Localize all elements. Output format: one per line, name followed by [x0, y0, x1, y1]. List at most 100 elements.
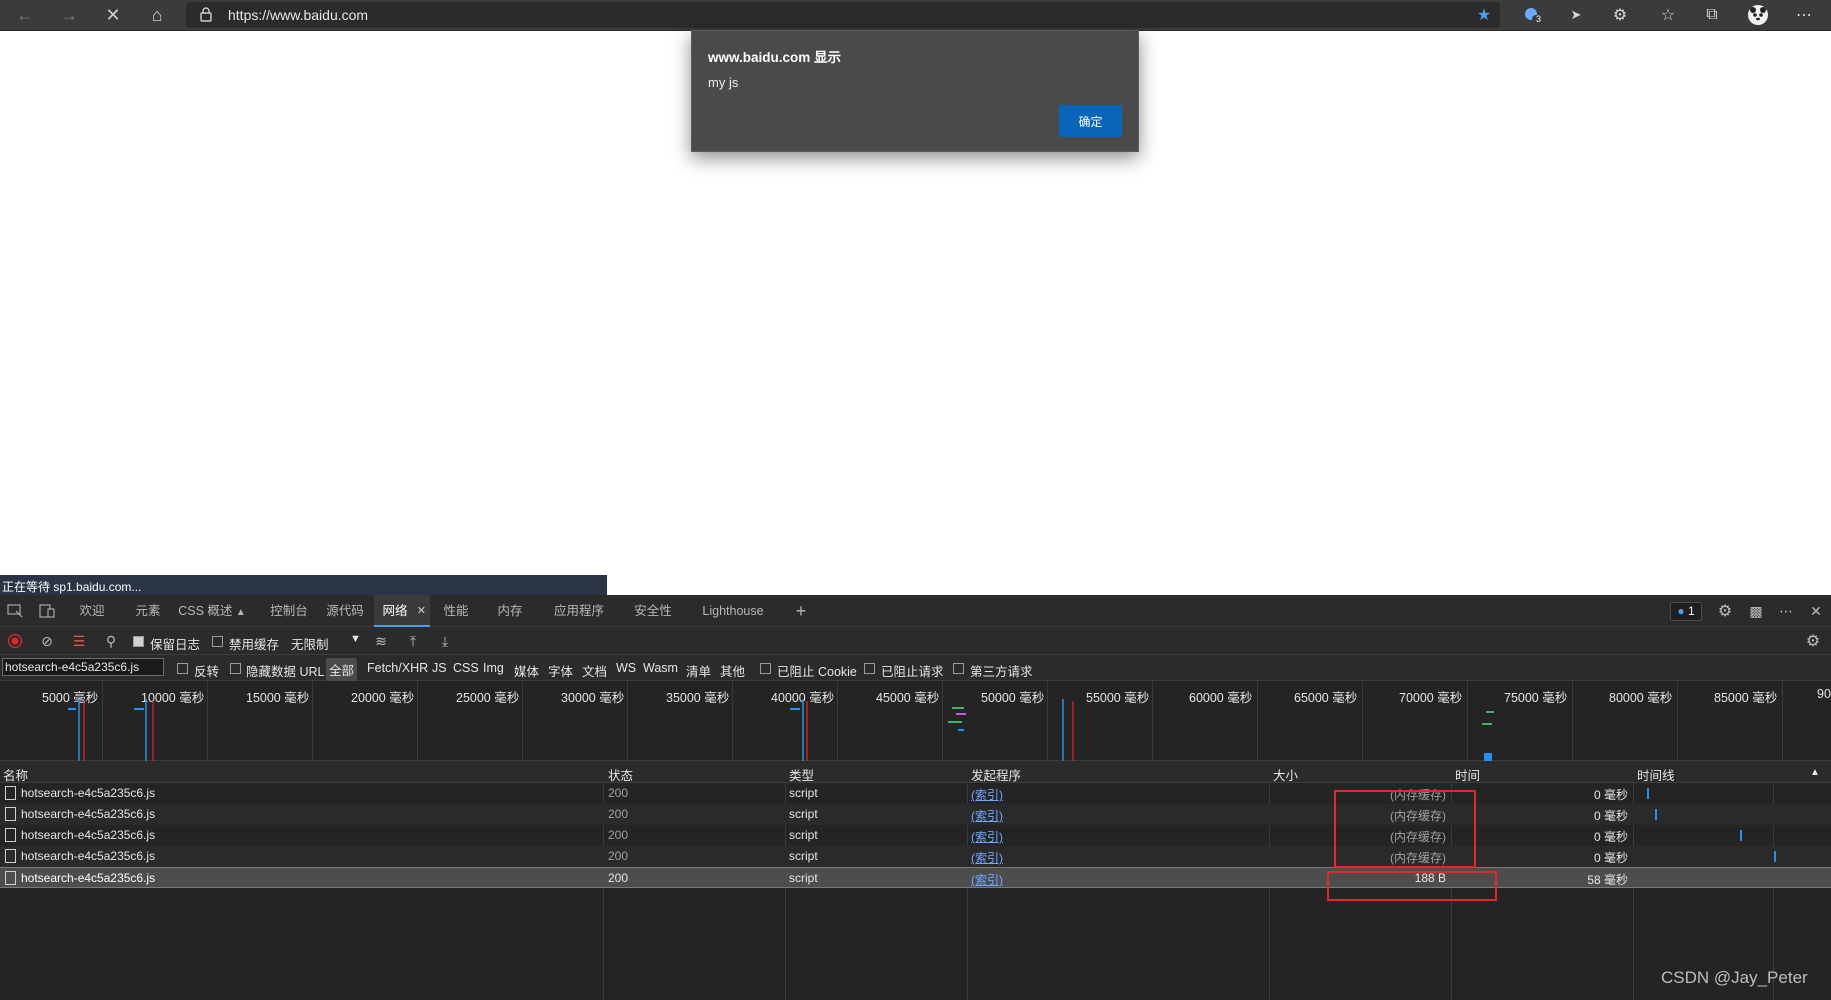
tab-elements[interactable]: 元素: [124, 595, 172, 627]
tab-performance[interactable]: 性能: [434, 595, 478, 627]
tab-welcome[interactable]: 欢迎: [68, 595, 116, 627]
dialog-ok-button[interactable]: 确定: [1059, 105, 1122, 137]
filter-type-all[interactable]: 全部: [326, 658, 358, 681]
issues-counter[interactable]: ● 1: [1670, 602, 1702, 621]
record-icon[interactable]: [4, 631, 26, 651]
throttling-select[interactable]: 无限制: [291, 634, 329, 653]
column-header-status[interactable]: 状态: [608, 765, 633, 784]
invert-checkbox[interactable]: [177, 663, 188, 674]
stop-loading-icon[interactable]: ✕: [100, 3, 126, 27]
table-row[interactable]: hotsearch-e4c5a235c6.js 200 script (索引) …: [0, 825, 1831, 846]
request-initiator-link[interactable]: (索引): [971, 849, 1003, 866]
file-icon: [5, 786, 16, 800]
collections-icon[interactable]: ⧉: [1698, 3, 1726, 27]
sort-ascending-icon[interactable]: ▲: [1810, 767, 1820, 778]
filter-input[interactable]: [2, 658, 164, 676]
request-name[interactable]: hotsearch-e4c5a235c6.js: [21, 849, 155, 863]
import-har-icon[interactable]: ⤒: [402, 631, 424, 651]
disable-cache-checkbox[interactable]: [212, 636, 223, 647]
filter-type-doc[interactable]: 文档: [582, 661, 607, 680]
column-header-time[interactable]: 时间: [1455, 765, 1480, 784]
filter-type-css[interactable]: CSS: [453, 661, 479, 675]
tab-application[interactable]: 应用程序: [548, 595, 610, 627]
close-devtools-icon[interactable]: ✕: [1805, 601, 1827, 621]
profile-avatar-icon[interactable]: [1744, 3, 1772, 27]
devtools-more-icon[interactable]: ⋯: [1775, 601, 1797, 621]
inspect-element-icon[interactable]: [4, 601, 26, 621]
filter-type-js[interactable]: JS: [432, 661, 447, 675]
tab-css-overview[interactable]: CSS 概述 ▲: [176, 595, 248, 627]
request-name[interactable]: hotsearch-e4c5a235c6.js: [21, 807, 155, 821]
throttling-dropdown-icon[interactable]: ▼: [350, 633, 361, 645]
column-header-size[interactable]: 大小: [1273, 765, 1298, 784]
filter-type-manifest[interactable]: 清单: [686, 661, 711, 680]
column-header-waterfall[interactable]: 时间线: [1637, 765, 1675, 784]
column-header-type[interactable]: 类型: [789, 765, 814, 784]
filter-type-other[interactable]: 其他: [720, 661, 745, 680]
lock-icon[interactable]: [200, 7, 212, 25]
extensions-icon[interactable]: ⚙: [1606, 3, 1634, 27]
search-icon[interactable]: ⚲: [100, 631, 122, 651]
table-row[interactable]: hotsearch-e4c5a235c6.js 200 script (索引) …: [0, 783, 1831, 804]
tab-sources[interactable]: 源代码: [320, 595, 370, 627]
file-icon: [5, 828, 16, 842]
filter-type-font[interactable]: 字体: [548, 661, 573, 680]
request-initiator-link[interactable]: (索引): [971, 828, 1003, 845]
filter-icon[interactable]: ☰: [68, 631, 90, 651]
request-name[interactable]: hotsearch-e4c5a235c6.js: [21, 871, 155, 885]
add-tab-icon[interactable]: +: [788, 595, 814, 627]
more-menu-icon[interactable]: ⋯: [1790, 3, 1818, 27]
request-time: 0 毫秒: [1593, 809, 1628, 823]
favorite-star-icon[interactable]: ★: [1470, 3, 1498, 27]
table-row[interactable]: hotsearch-e4c5a235c6.js 200 script (索引) …: [0, 846, 1831, 867]
request-initiator-link[interactable]: (索引): [971, 786, 1003, 803]
request-initiator-link[interactable]: (索引): [971, 871, 1003, 888]
filter-type-ws[interactable]: WS: [616, 661, 636, 675]
settings-gear-icon[interactable]: ⚙: [1714, 601, 1736, 621]
clear-icon[interactable]: ⊘: [36, 631, 58, 651]
close-tab-icon[interactable]: ✕: [417, 595, 426, 627]
device-emulation-icon[interactable]: [36, 601, 58, 621]
table-row-selected[interactable]: hotsearch-e4c5a235c6.js 200 script (索引) …: [0, 867, 1831, 888]
filter-type-wasm[interactable]: Wasm: [643, 661, 678, 675]
tab-security[interactable]: 安全性: [628, 595, 678, 627]
alert-dialog: www.baidu.com 显示 my js 确定: [691, 30, 1139, 152]
third-party-checkbox[interactable]: [953, 663, 964, 674]
tab-lighthouse[interactable]: Lighthouse: [696, 595, 770, 627]
request-name[interactable]: hotsearch-e4c5a235c6.js: [21, 786, 155, 800]
favorites-icon[interactable]: ☆: [1654, 3, 1682, 27]
waterfall-bar: [1774, 851, 1776, 862]
flask-icon: ▲: [235, 607, 246, 618]
tab-network[interactable]: 网络 ✕: [374, 595, 430, 627]
blocked-requests-checkbox[interactable]: [864, 663, 875, 674]
filter-type-fetch-xhr[interactable]: Fetch/XHR: [367, 661, 428, 675]
network-settings-icon[interactable]: ⚙: [1802, 631, 1824, 651]
column-header-name[interactable]: 名称: [3, 765, 28, 784]
export-har-icon[interactable]: ⤓: [434, 631, 456, 651]
tab-console[interactable]: 控制台: [262, 595, 316, 627]
network-conditions-icon[interactable]: ≋: [370, 631, 392, 651]
url-text[interactable]: https://www.baidu.com: [228, 7, 368, 23]
filter-type-img[interactable]: Img: [483, 661, 504, 675]
preserve-log-checkbox[interactable]: [133, 636, 144, 647]
filter-type-media[interactable]: 媒体: [514, 661, 539, 680]
request-name[interactable]: hotsearch-e4c5a235c6.js: [21, 828, 155, 842]
request-status: 200: [608, 849, 629, 863]
forward-icon[interactable]: →: [56, 3, 82, 27]
home-icon[interactable]: ⌂: [144, 3, 170, 27]
network-overview-timeline[interactable]: 5000 毫秒 10000 毫秒 15000 毫秒 20000 毫秒 25000…: [0, 681, 1831, 761]
back-icon[interactable]: ←: [12, 3, 38, 27]
blocked-cookies-checkbox[interactable]: [760, 663, 771, 674]
request-initiator-link[interactable]: (索引): [971, 807, 1003, 824]
request-time: 0 毫秒: [1593, 788, 1628, 802]
extension-badge-icon[interactable]: 3: [1518, 3, 1546, 27]
preserve-log-label: 保留日志: [150, 638, 201, 652]
highlight-box-fetched-size: [1327, 871, 1497, 901]
dock-side-icon[interactable]: ▩: [1745, 601, 1767, 621]
read-aloud-icon[interactable]: ➤: [1562, 3, 1590, 27]
hide-data-urls-checkbox[interactable]: [230, 663, 241, 674]
address-bar[interactable]: https://www.baidu.com: [186, 2, 1500, 28]
tab-memory[interactable]: 内存: [488, 595, 532, 627]
column-header-initiator[interactable]: 发起程序: [971, 765, 1021, 784]
table-row[interactable]: hotsearch-e4c5a235c6.js 200 script (索引) …: [0, 804, 1831, 825]
